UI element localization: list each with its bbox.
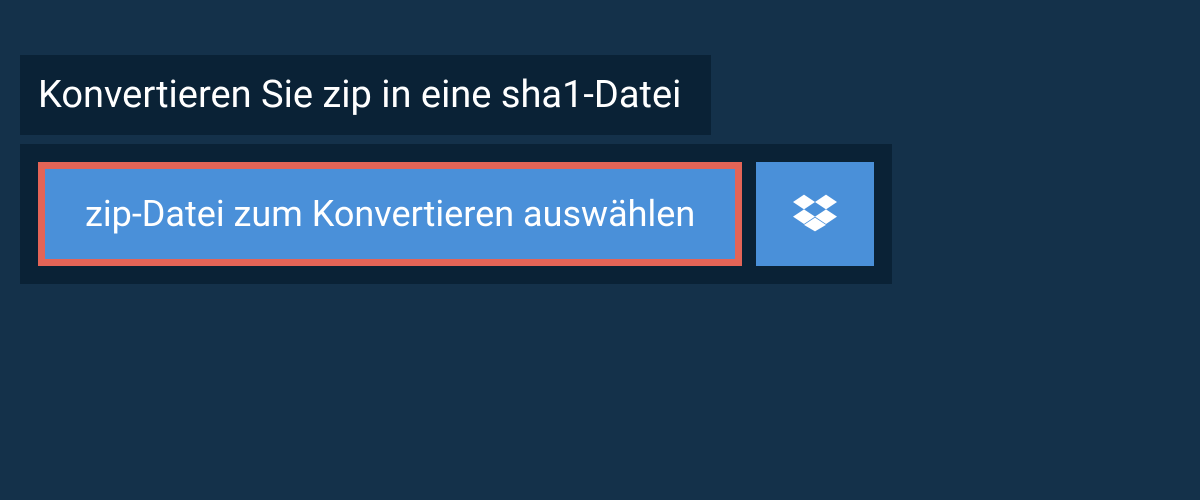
page-title: Konvertieren Sie zip in eine sha1-Datei bbox=[38, 73, 681, 117]
file-selection-panel: zip-Datei zum Konvertieren auswählen bbox=[20, 144, 892, 284]
dropbox-icon bbox=[793, 191, 837, 238]
header-bar: Konvertieren Sie zip in eine sha1-Datei bbox=[20, 55, 711, 135]
select-file-button[interactable]: zip-Datei zum Konvertieren auswählen bbox=[38, 162, 742, 266]
dropbox-button[interactable] bbox=[756, 162, 874, 266]
